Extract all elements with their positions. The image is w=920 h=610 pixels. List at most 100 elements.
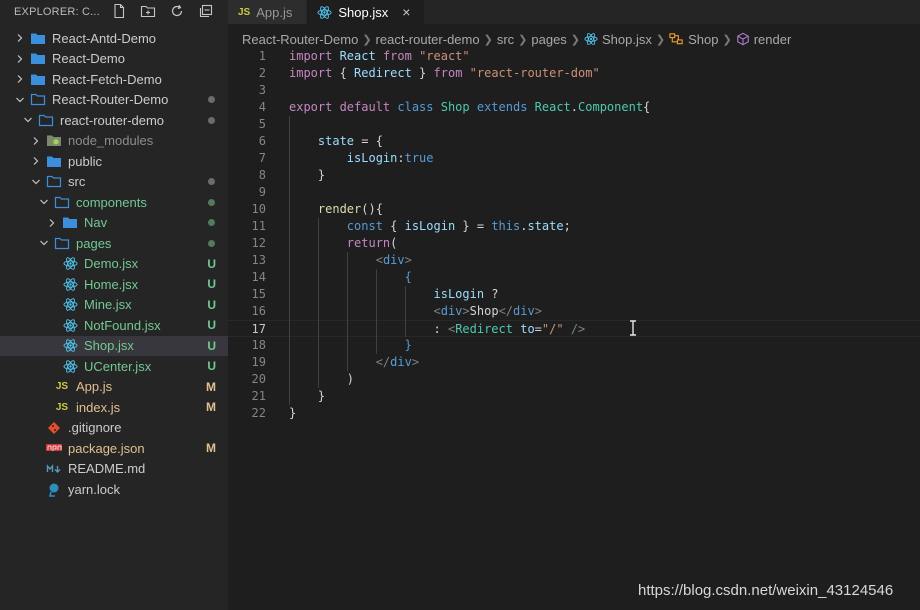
chevron-down-icon xyxy=(12,92,28,108)
tree-item[interactable]: README.md xyxy=(0,459,228,480)
new-folder-icon[interactable] xyxy=(140,3,156,19)
tree-item[interactable]: public xyxy=(0,151,228,172)
line-number: 17 xyxy=(251,322,266,336)
folder-open-icon xyxy=(38,112,54,128)
code-line: 10 render(){ xyxy=(228,201,920,218)
code-line: 11 const { isLogin } = this.state; xyxy=(228,218,920,235)
code-token: Shop xyxy=(469,304,499,318)
breadcrumb-item[interactable]: Shop xyxy=(688,32,718,47)
git-status-badge: U xyxy=(207,277,216,292)
tree-item[interactable]: NotFound.jsx U xyxy=(0,315,228,336)
tree-item[interactable]: UCenter.jsx U xyxy=(0,356,228,377)
new-file-icon[interactable] xyxy=(111,3,127,19)
code-text: export default class Shop extends React.… xyxy=(289,99,650,116)
code-token: ) xyxy=(289,372,355,386)
line-number: 3 xyxy=(258,83,266,97)
tree-item[interactable]: React-Fetch-Demo xyxy=(0,69,228,90)
react-icon xyxy=(584,32,598,46)
tree-item[interactable]: JS index.js M xyxy=(0,397,228,418)
tree-item[interactable]: .gitignore xyxy=(0,418,228,439)
tree-item-label: package.json xyxy=(68,440,145,456)
code-line: 3 xyxy=(228,82,920,99)
code-token: render xyxy=(317,202,362,216)
collapse-all-icon[interactable] xyxy=(198,3,214,19)
tree-item[interactable]: React-Antd-Demo xyxy=(0,28,228,49)
tree-item-label: Demo.jsx xyxy=(84,256,139,272)
code-editor[interactable]: 1 import React from "react" 2 import { Redi… xyxy=(228,48,920,610)
code-token: state xyxy=(317,134,355,148)
tree-item-label: React-Demo xyxy=(52,51,125,67)
code-token: } = xyxy=(455,219,492,233)
tree-item-label: Mine.jsx xyxy=(84,297,132,313)
close-icon[interactable]: × xyxy=(402,4,410,20)
tree-item[interactable]: yarn.lock xyxy=(0,479,228,500)
tree-item-label: Nav xyxy=(84,215,108,231)
git-status-badge: U xyxy=(207,359,216,374)
class-symbol-icon xyxy=(669,32,684,46)
code-token: : xyxy=(289,322,448,336)
tree-item[interactable]: JS App.js M xyxy=(0,377,228,398)
code-token: isLogin xyxy=(433,287,485,301)
tree-item[interactable]: Home.jsx U xyxy=(0,274,228,295)
code-token: Component xyxy=(578,100,644,114)
chevron-right-icon: ❯ xyxy=(483,33,493,46)
line-number: 13 xyxy=(251,253,266,267)
tree-item[interactable]: react-router-demo xyxy=(0,110,228,131)
git-status-badge: U xyxy=(207,318,216,333)
tree-item[interactable]: node_modules xyxy=(0,131,228,152)
breadcrumb-item[interactable]: pages xyxy=(531,32,566,47)
code-line: 12 return( xyxy=(228,235,920,252)
code-token: Redirect xyxy=(354,66,412,80)
tree-item[interactable]: src xyxy=(0,172,228,193)
code-line: 22} xyxy=(228,405,920,422)
code-text: } xyxy=(289,405,296,422)
git-status-badge: M xyxy=(206,441,216,456)
tree-item[interactable]: pages xyxy=(0,233,228,254)
breadcrumb-item[interactable]: render xyxy=(754,32,792,47)
tree-item[interactable]: Mine.jsx U xyxy=(0,295,228,316)
git-icon xyxy=(46,420,62,436)
indent-guide xyxy=(346,252,348,371)
code-token: (){ xyxy=(361,202,383,216)
folder-icon xyxy=(30,51,46,67)
code-line: 16 <div>Shop</div> xyxy=(228,303,920,320)
code-line: 21 } xyxy=(228,388,920,405)
tree-item[interactable]: Demo.jsx U xyxy=(0,254,228,275)
line-number: 15 xyxy=(251,287,266,301)
tab-app-js[interactable]: JS App.js xyxy=(228,0,308,24)
code-text: </div> xyxy=(289,354,419,371)
folder-open-icon xyxy=(46,174,62,190)
breadcrumb-item[interactable]: Shop.jsx xyxy=(602,32,652,47)
tree-item[interactable]: Nav xyxy=(0,213,228,234)
code-token: default xyxy=(339,100,398,114)
tree-item[interactable]: Shop.jsx U xyxy=(0,335,228,356)
tree-item[interactable]: React-Router-Demo xyxy=(0,90,228,111)
line-number: 5 xyxy=(258,117,266,131)
tree-item[interactable]: package.json M xyxy=(0,438,228,459)
method-symbol-icon xyxy=(736,32,750,46)
js-file-icon: JS xyxy=(238,6,251,18)
chevron-down-icon xyxy=(36,235,52,251)
code-token: } xyxy=(404,338,412,352)
chevron-right-icon xyxy=(12,51,28,67)
code-text: state = { xyxy=(289,133,383,150)
tab-shop-jsx[interactable]: Shop.jsx × xyxy=(307,0,426,24)
breadcrumb-item[interactable]: react-router-demo xyxy=(376,32,480,47)
code-text: isLogin:true xyxy=(289,150,434,167)
tree-item[interactable]: components xyxy=(0,192,228,213)
tree-item[interactable]: React-Demo xyxy=(0,49,228,70)
code-text: ) xyxy=(289,371,354,388)
git-status-badge: M xyxy=(206,379,216,394)
chevron-down-icon xyxy=(28,174,44,190)
breadcrumb-item[interactable]: src xyxy=(497,32,514,47)
line-number: 21 xyxy=(251,389,266,403)
tree-item-label: yarn.lock xyxy=(68,481,121,497)
refresh-icon[interactable] xyxy=(169,3,185,19)
breadcrumb-item[interactable]: React-Router-Demo xyxy=(242,32,358,47)
code-token: to xyxy=(520,322,535,336)
code-token: extends xyxy=(476,100,535,114)
